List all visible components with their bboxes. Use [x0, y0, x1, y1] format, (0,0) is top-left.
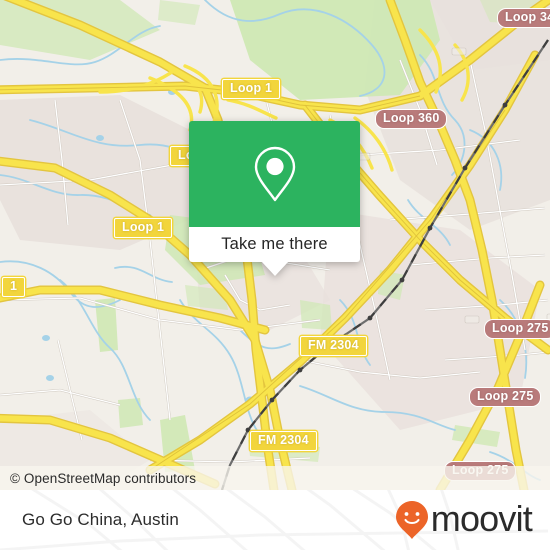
- popup-image-area: [189, 121, 360, 227]
- road-shield-label: Loop 1: [230, 81, 273, 95]
- road-shield: Loop 1: [222, 79, 281, 99]
- moovit-logo[interactable]: moovit: [395, 490, 533, 550]
- popup-pointer: [260, 261, 289, 276]
- place-title: Go Go China, Austin: [22, 490, 179, 550]
- map-pin-icon: [254, 146, 295, 202]
- road-shield-label: Loop 360: [383, 111, 440, 125]
- road-shield-label: Loop 343: [505, 10, 550, 24]
- popup-action-bar[interactable]: Take me there: [189, 227, 360, 262]
- road-shield: FM 2304: [300, 336, 367, 356]
- place-title-text: Go Go China, Austin: [22, 510, 179, 529]
- road-shield: Loop 275: [484, 319, 550, 339]
- moovit-wordmark: moovit: [430, 498, 533, 539]
- screenshot-root: Loop 343Loop 1Loop 360Loop 1Loop 11Loop …: [0, 0, 550, 550]
- road-shield: FM 2304: [250, 431, 317, 451]
- osm-attribution-text: © OpenStreetMap contributors: [10, 470, 197, 486]
- road-shield-label: Loop 275: [477, 389, 534, 403]
- road-shield-label: Loop 275: [492, 321, 549, 335]
- take-me-there-label: Take me there: [221, 235, 328, 253]
- road-shield: Loop 360: [375, 109, 448, 129]
- osm-attribution[interactable]: © OpenStreetMap contributors: [0, 466, 550, 490]
- moovit-pin-icon: [395, 501, 428, 539]
- destination-popup[interactable]: Take me there: [189, 121, 360, 276]
- road-shield-label: 1: [10, 279, 18, 293]
- road-shield-label: Loop 1: [122, 220, 165, 234]
- road-shield-label: FM 2304: [308, 338, 359, 352]
- road-shield-label: FM 2304: [258, 433, 309, 447]
- road-shield: Loop 275: [469, 387, 542, 407]
- road-shield: Loop 343: [497, 8, 550, 28]
- road-shield: 1: [2, 277, 26, 297]
- footer-bar: Go Go China, Austin moovit: [0, 490, 550, 550]
- road-shield: Loop 1: [114, 218, 173, 238]
- map-canvas[interactable]: Loop 343Loop 1Loop 360Loop 1Loop 11Loop …: [0, 0, 550, 490]
